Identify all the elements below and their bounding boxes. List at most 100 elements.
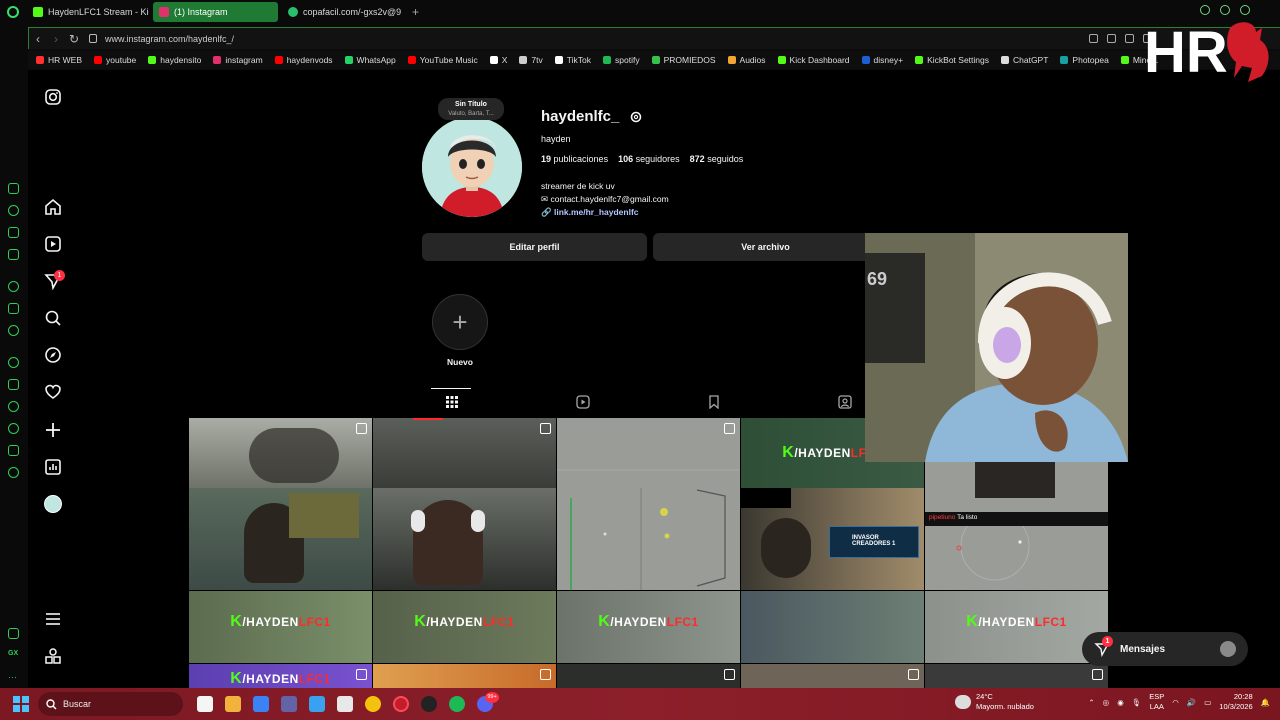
tray-app-icon[interactable]: ◎ [1103, 698, 1110, 707]
snipping-tool-icon[interactable] [337, 696, 353, 712]
adblock-icon[interactable] [1125, 34, 1134, 43]
screenshot-icon[interactable] [1107, 34, 1116, 43]
rail-clock-icon[interactable] [8, 423, 19, 434]
url-field[interactable]: www.instagram.com/haydenlfc_/ [105, 34, 234, 44]
post-thumbnail[interactable] [373, 418, 556, 590]
rail-chatgpt-icon[interactable] [8, 281, 19, 292]
opera-logo-icon[interactable] [7, 6, 19, 18]
back-icon[interactable]: ‹ [29, 32, 47, 46]
bookmark-item[interactable]: haydensito [148, 55, 201, 65]
post-thumbnail[interactable]: K/HAYDENLFC1 [557, 591, 740, 663]
windows-start-icon[interactable] [13, 696, 29, 712]
rail-settings-icon[interactable] [8, 467, 19, 478]
create-icon[interactable] [44, 421, 62, 439]
tray-steam-icon[interactable]: ◉ [1117, 698, 1124, 707]
meta-apps-icon[interactable] [44, 647, 62, 665]
post-thumbnail[interactable] [741, 664, 924, 690]
dashboard-icon[interactable] [44, 458, 62, 476]
rail-telegram-icon[interactable] [8, 325, 19, 336]
tab-kick-stream[interactable]: HaydenLFC1 Stream - Kick [27, 2, 149, 22]
tab-instagram[interactable]: (1) Instagram [153, 2, 278, 22]
notepad-icon[interactable] [309, 696, 325, 712]
home-icon[interactable] [44, 198, 62, 216]
search-tabs-icon[interactable] [1200, 5, 1210, 15]
post-thumbnail[interactable]: K/HAYDENLFC1 [925, 591, 1108, 663]
rail-history-icon[interactable] [8, 205, 19, 216]
post-thumbnail[interactable]: pipetiuno Ta listo [925, 462, 1108, 590]
bookmark-item[interactable]: ChatGPT [1000, 55, 1048, 65]
bookmark-item[interactable]: KickBot Settings [915, 55, 989, 65]
bookmark-item[interactable]: TikTok [554, 55, 591, 65]
post-thumbnail[interactable]: K/HAYDENLFC1 [189, 664, 372, 690]
obs-icon[interactable] [421, 696, 437, 712]
rail-messenger-icon[interactable] [8, 249, 19, 260]
task-view-icon[interactable] [197, 696, 213, 712]
rail-gx-icon[interactable]: GX [8, 650, 19, 661]
minimize-icon[interactable] [1240, 5, 1250, 15]
new-tab-button[interactable]: + [412, 5, 419, 19]
reels-icon[interactable] [44, 235, 62, 253]
reload-icon[interactable]: ↻ [65, 32, 83, 46]
post-thumbnail[interactable] [189, 418, 372, 590]
edit-profile-button[interactable]: Editar perfil [422, 233, 647, 261]
rail-kick-icon[interactable] [8, 628, 19, 639]
posts-grid-icon[interactable] [445, 395, 459, 409]
bookmark-item[interactable]: disney+ [861, 55, 903, 65]
weather-widget[interactable]: 24°C Mayorm. nublado [955, 692, 1034, 712]
messages-button[interactable]: 1 Mensajes [1082, 632, 1248, 666]
bookmark-item[interactable]: Audios [727, 55, 766, 65]
instagram-logo-icon[interactable] [44, 88, 62, 106]
bookmark-item[interactable]: Kick Dashboard [777, 55, 850, 65]
discord-icon[interactable]: 99+ [477, 692, 499, 712]
bookmark-item[interactable]: instagram [213, 55, 263, 65]
snapshot-icon[interactable] [1220, 5, 1230, 15]
saved-icon[interactable] [707, 395, 721, 409]
bookmark-item[interactable]: X [489, 55, 507, 65]
bookmark-item[interactable]: Photopea [1060, 55, 1109, 65]
stat-following[interactable]: 872 seguidos [690, 154, 744, 164]
bookmark-item[interactable]: PROMIEDOS [651, 55, 716, 65]
settings-gear-icon[interactable] [629, 110, 643, 124]
rail-gx-corner-icon[interactable] [8, 183, 19, 194]
tab-copafacil[interactable]: copafacil.com/-gxs2v@9 [282, 2, 404, 22]
battery-icon[interactable]: ▭ [1204, 698, 1211, 707]
bookmark-item[interactable]: HR WEB [36, 55, 82, 65]
chrome-icon[interactable] [365, 696, 381, 712]
rail-player-icon[interactable] [8, 227, 19, 238]
clock[interactable]: 20:28 10/3/2026 [1219, 692, 1252, 712]
profile-note[interactable]: Sin Título Valuto, Barta, T... [438, 98, 504, 120]
bookmark-item[interactable]: youtube [94, 55, 136, 65]
post-thumbnail[interactable] [925, 664, 1108, 690]
new-highlight-button[interactable]: + [432, 294, 488, 350]
post-thumbnail[interactable] [741, 591, 924, 663]
stat-followers[interactable]: 106 seguidores [618, 154, 680, 164]
bookmark-item[interactable]: WhatsApp [344, 55, 396, 65]
taskbar-search[interactable]: Buscar [38, 692, 183, 716]
rail-twitch-icon[interactable] [8, 303, 19, 314]
bookmark-item[interactable]: 7tv [519, 55, 543, 65]
post-thumbnail[interactable]: K/HAYDENLFC1 [189, 591, 372, 663]
rail-download-icon[interactable] [8, 445, 19, 456]
bookmark-item[interactable]: YouTube Music [407, 55, 478, 65]
spotify-icon[interactable] [449, 696, 465, 712]
tray-mic-icon[interactable]: 🎙 [1132, 698, 1142, 707]
rail-heart-icon[interactable] [8, 401, 19, 412]
pin-icon[interactable] [1089, 34, 1098, 43]
view-archive-button[interactable]: Ver archivo [653, 233, 878, 261]
calculator-icon[interactable] [253, 696, 269, 712]
bookmark-item[interactable]: haydenvods [274, 55, 333, 65]
language-indicator[interactable]: ESP LAA [1149, 692, 1164, 712]
search-icon[interactable] [44, 309, 62, 327]
file-explorer-icon[interactable] [225, 696, 241, 712]
explore-icon[interactable] [44, 346, 62, 364]
wifi-icon[interactable]: ◠ [1172, 698, 1179, 707]
bio-link[interactable]: 🔗 link.me/hr_haydenlfc [541, 206, 669, 219]
opera-gx-icon[interactable] [393, 696, 409, 712]
rail-apps-icon[interactable] [8, 379, 19, 390]
rail-more-icon[interactable]: ··· [8, 672, 19, 683]
heart-icon[interactable] [44, 383, 62, 401]
post-thumbnail[interactable] [557, 664, 740, 690]
post-thumbnail[interactable] [557, 418, 740, 590]
profile-avatar-icon[interactable] [44, 495, 62, 513]
reels-tab-icon[interactable] [576, 395, 590, 409]
